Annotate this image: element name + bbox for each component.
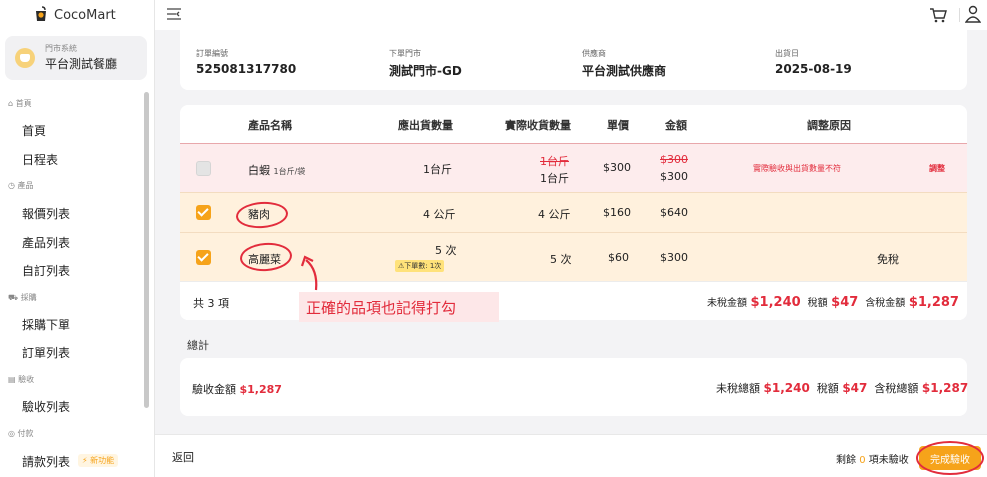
ship-date: 2025-08-19 (775, 62, 852, 76)
supplier-value: 平台測試供應商 (582, 64, 667, 78)
order-no-label: 訂單編號 (196, 49, 228, 58)
header-amount: 金額 (665, 119, 687, 132)
amount: $640 (660, 206, 688, 219)
store-system-label: 門市系統 (45, 44, 77, 53)
bottom-bar: 返回 剩餘 0 項未驗收 完成驗收 (155, 434, 987, 477)
ship-qty: 1台斤 (423, 163, 452, 176)
order-info-card: 訂單編號 525081317780 下單門市 測試門市-GD 供應商 平台測試供… (180, 30, 967, 90)
store-switcher[interactable]: 門市系統 平台測試餐廳 (5, 36, 147, 80)
row-checkbox[interactable] (196, 205, 211, 220)
row-checkbox[interactable] (196, 250, 211, 265)
unit-price: $300 (603, 161, 631, 174)
ship-qty: 5 次 (435, 244, 457, 257)
recv-qty[interactable]: 4 公斤 (538, 206, 571, 222)
order-no: 525081317780 (196, 62, 297, 76)
section-payment: ◎ 付款 (8, 429, 34, 438)
new-feature-badge: ⚡ 新功能 (78, 454, 119, 467)
app-name: CocoMart (54, 7, 116, 23)
unit-price: $60 (608, 251, 629, 264)
adjust-reason: 實際驗收與出貨數量不符 (753, 164, 841, 173)
sidebar-item-home[interactable]: 首頁 (22, 122, 46, 139)
item-count: 共 3 項 (193, 297, 229, 310)
store-avatar (15, 48, 35, 68)
sidebar-item-purchase-order[interactable]: 採購下單 (22, 316, 70, 333)
recv-qty-original: 1台斤 (540, 155, 569, 168)
summary-title: 總計 (187, 339, 209, 352)
annotation-arrow-icon (300, 255, 318, 291)
back-button[interactable]: 返回 (172, 449, 194, 465)
annotation-circle (916, 441, 984, 475)
ship-date-label: 出貨日 (775, 49, 799, 58)
remaining-status: 剩餘 0 項未驗收 (836, 455, 909, 466)
section-home: ⌂ 首頁 (8, 99, 32, 108)
topbar-divider (959, 8, 960, 22)
header-adjust-reason: 調整原因 (807, 119, 851, 132)
user-icon[interactable] (965, 5, 981, 23)
sidebar-scrollbar[interactable] (144, 92, 149, 408)
adjust-link[interactable]: 調整 (929, 163, 945, 174)
sidebar-item-quotes[interactable]: 報價列表 (22, 205, 70, 222)
order-qty-warning: ⚠下單數: 1次 (395, 260, 445, 272)
section-purchase: ⛟ 採購 (8, 293, 37, 302)
sidebar-item-schedule[interactable]: 日程表 (22, 151, 58, 168)
accept-amount: 驗收金額 $1,287 (192, 383, 282, 396)
store-value: 測試門市-GD (389, 64, 462, 78)
amount: $300 (660, 251, 688, 264)
amount-original: $300 (660, 153, 688, 166)
header-ship-qty: 應出貨數量 (398, 119, 453, 132)
header-unit-price: 單價 (607, 119, 629, 132)
sidebar-item-receiving[interactable]: 驗收列表 (22, 398, 70, 415)
menu-collapse-icon[interactable] (167, 8, 181, 20)
section-receiving: ▤ 驗收 (8, 375, 35, 384)
cocomart-logo-icon (36, 6, 46, 21)
table-row: 白蝦 1台斤/袋 1台斤 1台斤 1台斤 $300 $300 $300 實際驗收… (180, 143, 967, 192)
amount: $300 (660, 170, 688, 183)
top-bar (155, 0, 987, 30)
supplier-label: 供應商 (582, 49, 606, 58)
row-checkbox (196, 161, 211, 176)
summary-totals: 未稅總額 $1,240 稅額 $47 含稅總額 $1,287 (716, 381, 969, 395)
brand[interactable]: CocoMart (0, 0, 154, 30)
table-row: 豬肉 4 公斤 4 公斤 $160 $640 (180, 192, 967, 232)
recv-qty[interactable]: 5 次 (550, 251, 572, 267)
sidebar-item-invoices[interactable]: 請款列表 (22, 453, 70, 470)
sidebar-item-products[interactable]: 產品列表 (22, 234, 70, 251)
sidebar: CocoMart 門市系統 平台測試餐廳 ⌂ 首頁 首頁 日程表 ◷ 產品 報價… (0, 0, 155, 477)
product-spec: 1台斤/袋 (273, 167, 306, 176)
store-name: 平台測試餐廳 (45, 57, 118, 71)
table-totals: 未稅金額 $1,240 稅額 $47 含稅金額 $1,287 (707, 295, 959, 310)
adjust-reason: 免稅 (877, 253, 899, 266)
ship-qty: 4 公斤 (423, 208, 456, 221)
header-product-name: 產品名稱 (248, 119, 292, 132)
unit-price: $160 (603, 206, 631, 219)
recv-qty[interactable]: 1台斤 (540, 170, 569, 186)
annotation-note: 正確的品項也記得打勾 (299, 292, 499, 322)
section-products: ◷ 產品 (8, 181, 34, 190)
summary-card: 驗收金額 $1,287 未稅總額 $1,240 稅額 $47 含稅總額 $1,2… (180, 358, 969, 416)
product-name: 白蝦 1台斤/袋 (248, 164, 306, 177)
sidebar-item-orders[interactable]: 訂單列表 (22, 344, 70, 361)
header-recv-qty: 實際收貨數量 (505, 119, 571, 132)
sidebar-item-custom[interactable]: 自訂列表 (22, 262, 70, 279)
store-label: 下單門市 (389, 49, 421, 58)
cart-icon[interactable] (929, 6, 947, 24)
